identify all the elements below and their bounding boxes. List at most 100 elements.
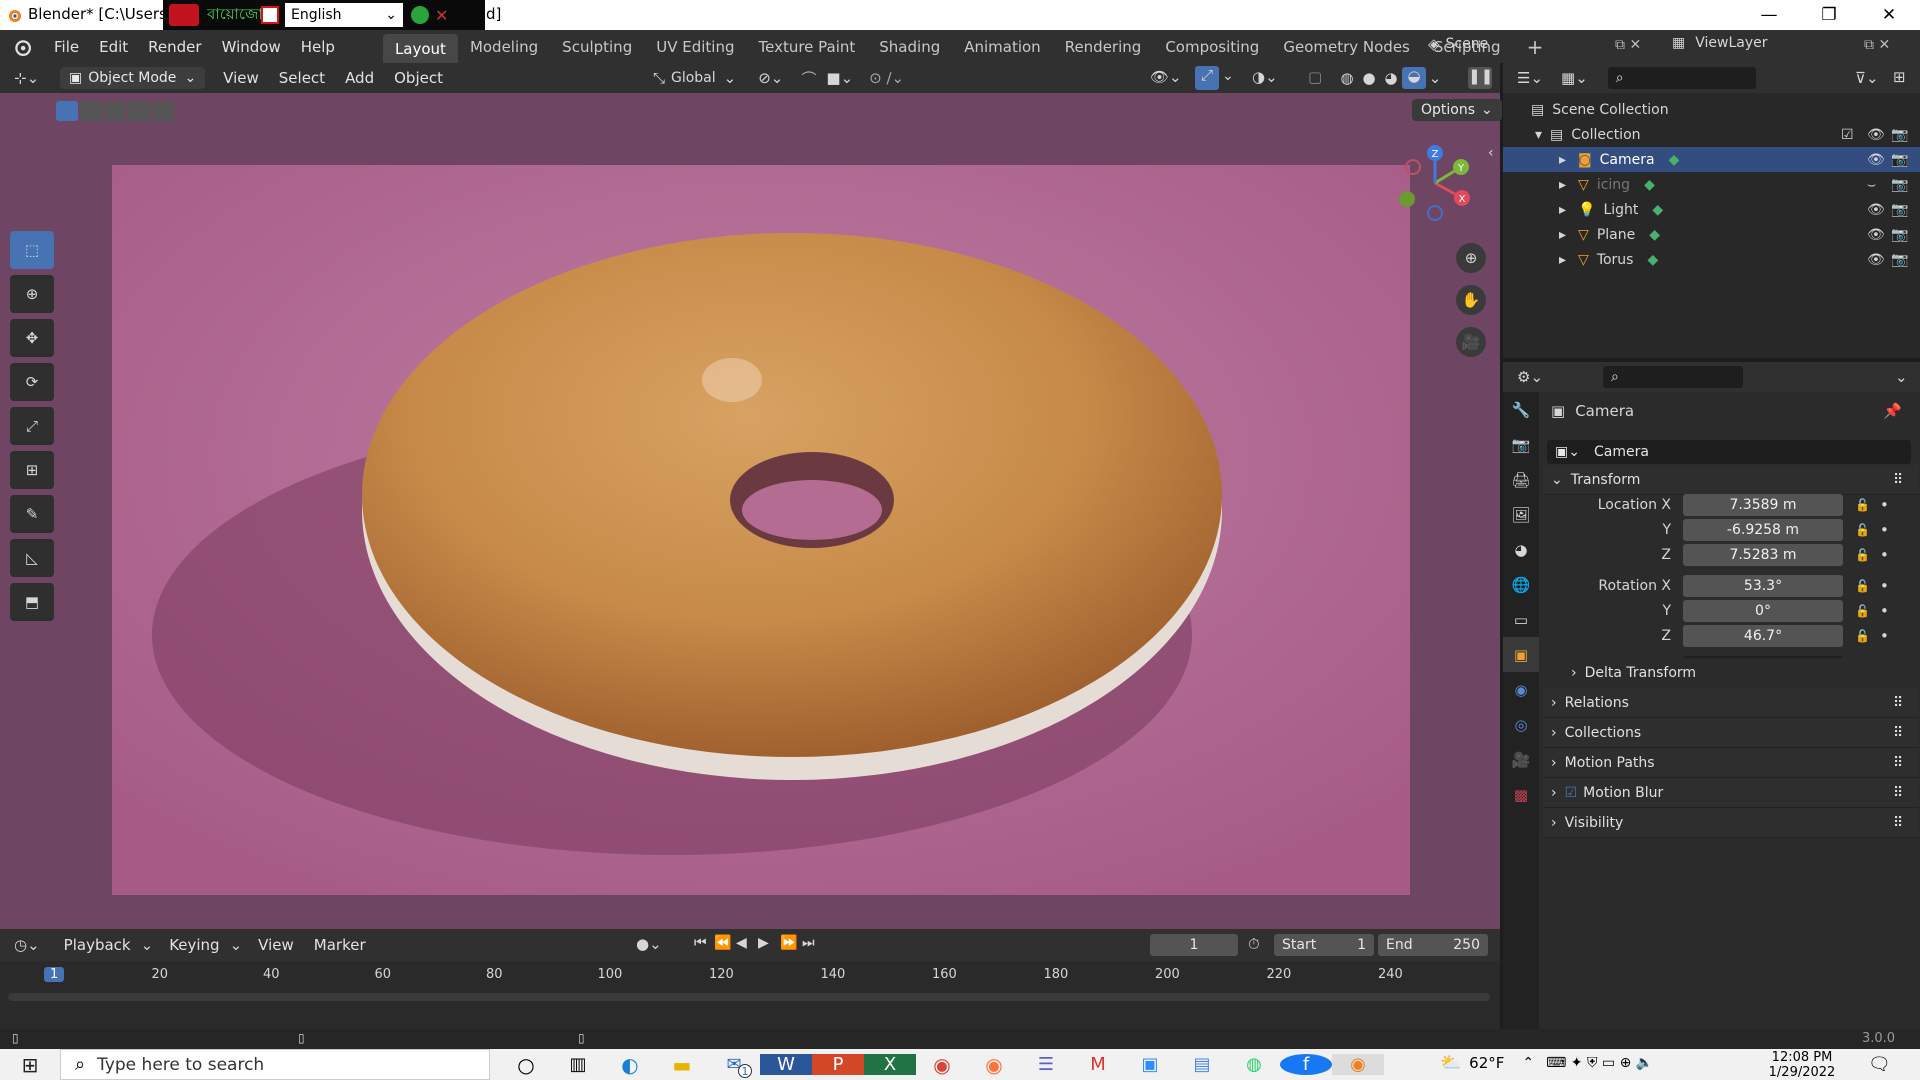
scene-selector[interactable]: ◈ Scene (1428, 35, 1488, 53)
datablock-field[interactable]: ▣⌄ Camera (1547, 440, 1911, 464)
solid-shading-icon[interactable]: ● (1358, 69, 1380, 87)
timeline-menu-keying[interactable]: Keying (159, 929, 229, 962)
physics-tab-icon[interactable]: ◎ (1503, 707, 1539, 742)
expand-arrow-icon[interactable]: ▸ (1559, 227, 1566, 243)
object-tab-icon[interactable]: ▣ (1503, 637, 1539, 672)
panel-motion-paths[interactable]: › Motion Paths ⠿ (1543, 748, 1919, 778)
word-icon[interactable]: W (760, 1054, 812, 1075)
record-icon[interactable]: ●⌄ (636, 935, 662, 953)
lock-icon[interactable]: 🔓 (1855, 629, 1870, 643)
whatsapp-icon[interactable]: ◍ (1228, 1054, 1280, 1075)
end-frame-field[interactable]: End 250 (1378, 934, 1488, 956)
eye-icon[interactable]: 👁 (1867, 152, 1885, 168)
tab-sculpting[interactable]: Sculpting (550, 30, 644, 63)
drag-handle-icon[interactable]: ⠿ (1893, 815, 1903, 831)
world-tab-icon[interactable]: 🌐 (1503, 567, 1539, 602)
location-z-value[interactable]: 7.5283 m (1683, 544, 1843, 566)
checkbox-icon[interactable]: ☑ (1565, 785, 1578, 801)
expand-arrow-icon[interactable]: ▸ (1559, 202, 1566, 218)
maximize-button[interactable]: ❐ (1800, 0, 1858, 30)
keyframe-dot-icon[interactable]: • (1880, 496, 1889, 514)
camera-view-icon[interactable]: 🎥 (1456, 327, 1486, 357)
blender-taskbar-icon[interactable]: ◉ (1332, 1054, 1384, 1075)
panel-delta-transform[interactable]: › Delta Transform (1543, 658, 1919, 688)
rendered-shading-icon[interactable]: ◒ (1402, 67, 1426, 89)
transform-tool[interactable]: ⊞ (10, 451, 54, 489)
measure-tool[interactable]: ◺ (10, 539, 54, 577)
tab-uv-editing[interactable]: UV Editing (644, 30, 746, 63)
frame-ruler[interactable]: 1 20 40 60 80 100 120 140 160 180 200 220 240 (0, 965, 1500, 989)
eye-icon[interactable]: 👁 (1867, 227, 1885, 243)
outliner-item-torus[interactable]: ▸ ▽ Torus ◆ 👁 📷 (1503, 247, 1920, 272)
clock[interactable]: 12:08 PM 1/29/2022 (1762, 1050, 1842, 1080)
keyframe-dot-icon[interactable]: • (1880, 627, 1889, 645)
minimize-button[interactable]: — (1740, 0, 1798, 30)
list-app-icon[interactable]: ☰ (1020, 1054, 1072, 1075)
taskbar-search-box[interactable]: ⌕ Type here to search (60, 1049, 490, 1080)
docs-icon[interactable]: ▤ (1176, 1054, 1228, 1075)
windows-start-icon[interactable]: ⊞ (0, 1053, 60, 1077)
select-box-tool[interactable]: ⬚ (10, 231, 54, 269)
lock-icon[interactable]: 🔓 (1855, 523, 1870, 537)
transform-orientation[interactable]: ⤡ Global ⌄ (653, 69, 736, 87)
keyframe-dot-icon[interactable]: • (1880, 602, 1889, 620)
firefox-icon[interactable]: ◉ (968, 1053, 1020, 1077)
zoom-app-icon[interactable]: ▣ (1124, 1054, 1176, 1075)
viewport-menu-add[interactable]: Add (335, 62, 384, 95)
select-subtract-icon[interactable] (104, 101, 126, 121)
pin-icon[interactable]: 📌 (1883, 402, 1902, 420)
checkbox-icon[interactable]: ☑ (1841, 127, 1854, 143)
eye-icon[interactable]: 👁 (1867, 252, 1885, 268)
blender-menu-icon[interactable] (0, 38, 44, 56)
edge-icon[interactable]: ◐ (604, 1053, 656, 1077)
camera-render-icon[interactable]: 📷 (1891, 202, 1908, 218)
clock-icon[interactable]: ⏱ (1248, 935, 1260, 953)
pause-render-icon[interactable]: ❚❚ (1468, 67, 1493, 89)
rotation-z-value[interactable]: 46.7° (1683, 625, 1843, 647)
object-data-tab-icon[interactable]: 🎥 (1503, 742, 1539, 777)
keyframe-dot-icon[interactable]: • (1880, 577, 1889, 595)
camera-render-icon[interactable]: 📷 (1891, 252, 1908, 268)
network-icon[interactable]: ⌨ ✦ ⛨ ▭ ⊕ 🔈 (1546, 1055, 1653, 1071)
powerpoint-icon[interactable]: P (812, 1054, 864, 1075)
tool-tab-icon[interactable]: 🔧 (1503, 392, 1539, 427)
play-icon[interactable]: ▶ (758, 935, 780, 951)
timeline-menu-view[interactable]: View (248, 929, 304, 962)
close-icon[interactable]: ✕ (435, 6, 448, 25)
lock-icon[interactable]: 🔓 (1855, 498, 1870, 512)
viewport-menu-object[interactable]: Object (384, 62, 453, 95)
proportional-edit-icon[interactable]: ⊙ ∕⌄ (869, 69, 904, 87)
gizmo-toggle-icon[interactable]: ⤢ (1195, 66, 1219, 90)
new-view-layer-icon[interactable]: ⧉ ✕ (1864, 37, 1890, 53)
start-frame-field[interactable]: Start 1 (1274, 934, 1374, 956)
jump-end-icon[interactable]: ⏭ (802, 935, 822, 951)
outliner-item-camera[interactable]: ▸ ◙ Camera ◆ 👁 📷 (1503, 147, 1920, 172)
options-button[interactable]: Options ⌄ (1412, 99, 1502, 121)
outliner-item-plane[interactable]: ▸ ▽ Plane ◆ 👁 📷 (1503, 222, 1920, 247)
cursor-tool[interactable]: ⊕ (10, 275, 54, 313)
overlays-icon[interactable]: ◑⌄ (1252, 68, 1278, 86)
panel-visibility[interactable]: › Visibility ⠿ (1543, 808, 1919, 838)
properties-search-input[interactable]: ⌕ (1603, 366, 1744, 388)
lock-icon[interactable]: 🔓 (1855, 548, 1870, 562)
menu-edit[interactable]: Edit (89, 30, 138, 63)
rotation-y-value[interactable]: 0° (1683, 600, 1843, 622)
tab-animation[interactable]: Animation (952, 30, 1052, 63)
editor-type-icon[interactable]: ⚙⌄ (1517, 368, 1543, 386)
tab-layout[interactable]: Layout (382, 34, 458, 63)
facebook-icon[interactable]: f (1280, 1054, 1332, 1075)
select-invert-icon[interactable] (128, 101, 150, 121)
tab-geometry-nodes[interactable]: Geometry Nodes (1271, 30, 1422, 63)
select-extend-icon[interactable] (80, 101, 102, 121)
tab-rendering[interactable]: Rendering (1053, 30, 1154, 63)
menu-window[interactable]: Window (212, 30, 291, 63)
camera-render-icon[interactable]: 📷 (1891, 127, 1908, 143)
panel-relations[interactable]: › Relations ⠿ (1543, 688, 1919, 718)
annotate-tool[interactable]: ✎ (10, 495, 54, 533)
modifiers-tab-icon[interactable]: ◉ (1503, 672, 1539, 707)
scene-tab-icon[interactable]: ◕ (1503, 532, 1539, 567)
outliner-item-light[interactable]: ▸ 💡 Light ◆ 👁 📷 (1503, 197, 1920, 222)
drag-handle-icon[interactable]: ⠿ (1893, 755, 1903, 771)
chevron-down-icon[interactable]: ⌄ (1426, 69, 1444, 87)
close-window-button[interactable]: ✕ (1860, 0, 1918, 30)
